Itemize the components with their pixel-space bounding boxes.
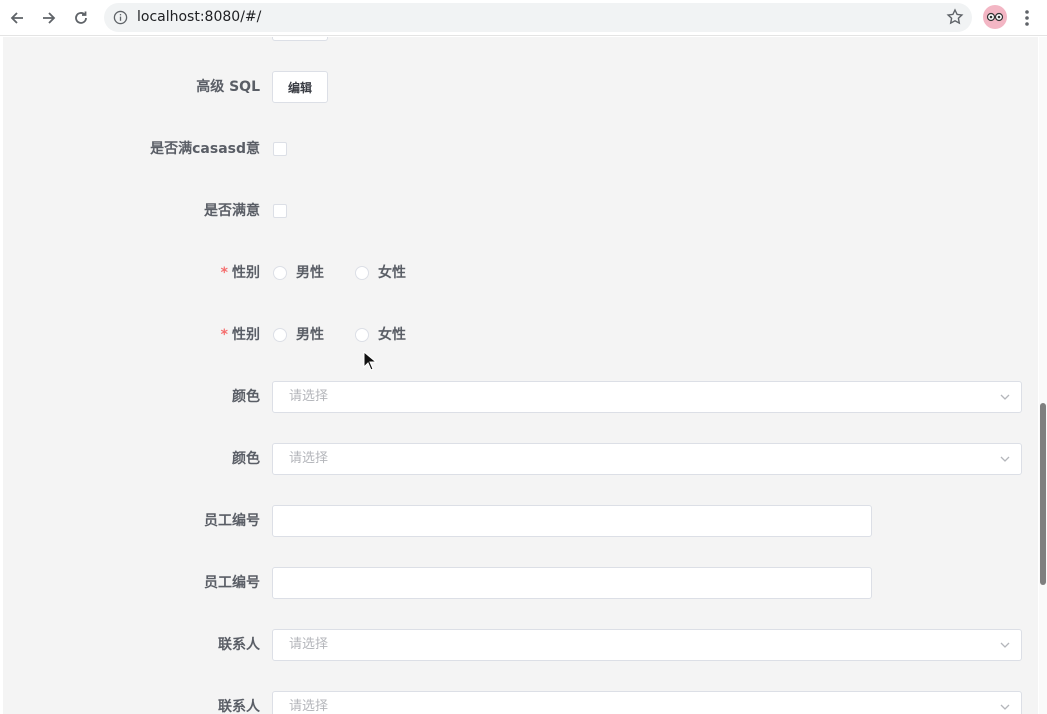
- reload-icon: [75, 11, 87, 24]
- form-row-satisfied-2: 是否满意: [3, 195, 1038, 227]
- color-2-label: 颜色: [232, 451, 260, 467]
- arrow-left-icon: [10, 12, 23, 24]
- advanced-sql-label: 高级 SQL: [196, 79, 260, 95]
- mouse-pointer-icon: [363, 351, 377, 371]
- form-row-employee-id-2: 员工编号: [3, 567, 1038, 599]
- edit-sql-button[interactable]: 编辑: [272, 71, 328, 103]
- chevron-down-icon: [1000, 394, 1010, 400]
- forward-button[interactable]: [37, 6, 61, 30]
- chevron-down-icon: [1000, 642, 1010, 648]
- employee-id-1-label: 员工编号: [204, 513, 260, 529]
- gender-2-female-label[interactable]: 女性: [378, 319, 406, 351]
- employee-id-2-input[interactable]: [272, 567, 872, 599]
- browser-menu-button[interactable]: [1018, 7, 1036, 29]
- arrow-right-icon: [43, 12, 56, 24]
- chevron-down-icon: [1000, 456, 1010, 462]
- color-1-select[interactable]: 请选择: [272, 381, 1022, 413]
- contact-1-placeholder: 请选择: [289, 637, 329, 652]
- gender-1-label-text: 性别: [232, 265, 260, 281]
- partial-button[interactable]: [272, 37, 328, 41]
- required-mark: *: [220, 327, 228, 343]
- scrollbar-track[interactable]: [1039, 37, 1047, 714]
- url-text[interactable]: localhost:8080/#/: [137, 9, 261, 25]
- chevron-down-icon: [1000, 704, 1010, 710]
- employee-id-1-input[interactable]: [272, 505, 872, 537]
- page-viewport: 高级 SQL 编辑 是否满casasd意 是否满意 * 性别 男性 女性 * 性别 …: [0, 37, 1047, 714]
- contact-2-label: 联系人: [218, 699, 260, 714]
- color-1-label: 颜色: [232, 389, 260, 405]
- form-row-satisfied-1: 是否满casasd意: [3, 133, 1038, 165]
- form-row-contact-1: 联系人 请选择: [3, 629, 1038, 661]
- scrollbar-thumb[interactable]: [1040, 403, 1046, 585]
- form-row-gender-2: * 性别 男性 女性: [3, 319, 1038, 351]
- gender-2-label: * 性别: [221, 319, 260, 351]
- form-row-color-1: 颜色 请选择: [3, 381, 1038, 413]
- satisfied-2-checkbox[interactable]: [273, 204, 287, 218]
- glasses-icon: [986, 12, 1004, 22]
- gender-2-male-radio[interactable]: [273, 328, 287, 342]
- form-row-gender-1: * 性别 男性 女性: [3, 257, 1038, 289]
- contact-1-select[interactable]: 请选择: [272, 629, 1022, 661]
- satisfied-1-label: 是否满casasd意: [150, 141, 260, 157]
- gender-1-male-label[interactable]: 男性: [296, 257, 324, 289]
- gender-2-female-radio[interactable]: [355, 328, 369, 342]
- gender-1-female-radio[interactable]: [355, 266, 369, 280]
- profile-avatar[interactable]: [983, 5, 1007, 29]
- reload-button[interactable]: [69, 6, 93, 30]
- color-2-select[interactable]: 请选择: [272, 443, 1022, 475]
- form-row-employee-id-1: 员工编号: [3, 505, 1038, 537]
- address-bar[interactable]: localhost:8080/#/: [104, 3, 972, 32]
- color-2-placeholder: 请选择: [289, 451, 329, 466]
- contact-2-placeholder: 请选择: [289, 699, 329, 714]
- gender-1-male-radio[interactable]: [273, 266, 287, 280]
- bookmark-star-icon[interactable]: [946, 8, 964, 26]
- back-button[interactable]: [5, 6, 29, 30]
- browser-toolbar: localhost:8080/#/: [0, 0, 1047, 36]
- gender-2-label-text: 性别: [232, 327, 260, 343]
- satisfied-2-label: 是否满意: [204, 203, 260, 219]
- contact-1-label: 联系人: [218, 637, 260, 653]
- gender-2-male-label[interactable]: 男性: [296, 319, 324, 351]
- employee-id-2-label: 员工编号: [204, 575, 260, 591]
- form-row-color-2: 颜色 请选择: [3, 443, 1038, 475]
- form-row-advanced-sql: 高级 SQL 编辑: [3, 71, 1038, 103]
- gender-1-female-label[interactable]: 女性: [378, 257, 406, 289]
- gender-1-label: * 性别: [221, 257, 260, 289]
- more-vertical-icon: [1025, 10, 1029, 26]
- form-row-contact-2: 联系人 请选择: [3, 691, 1038, 714]
- info-icon[interactable]: [113, 10, 128, 25]
- required-mark: *: [220, 265, 228, 281]
- form-container: 高级 SQL 编辑 是否满casasd意 是否满意 * 性别 男性 女性 * 性别 …: [3, 37, 1038, 714]
- color-1-placeholder: 请选择: [289, 389, 329, 404]
- contact-2-select[interactable]: 请选择: [272, 691, 1022, 714]
- satisfied-1-checkbox[interactable]: [273, 142, 287, 156]
